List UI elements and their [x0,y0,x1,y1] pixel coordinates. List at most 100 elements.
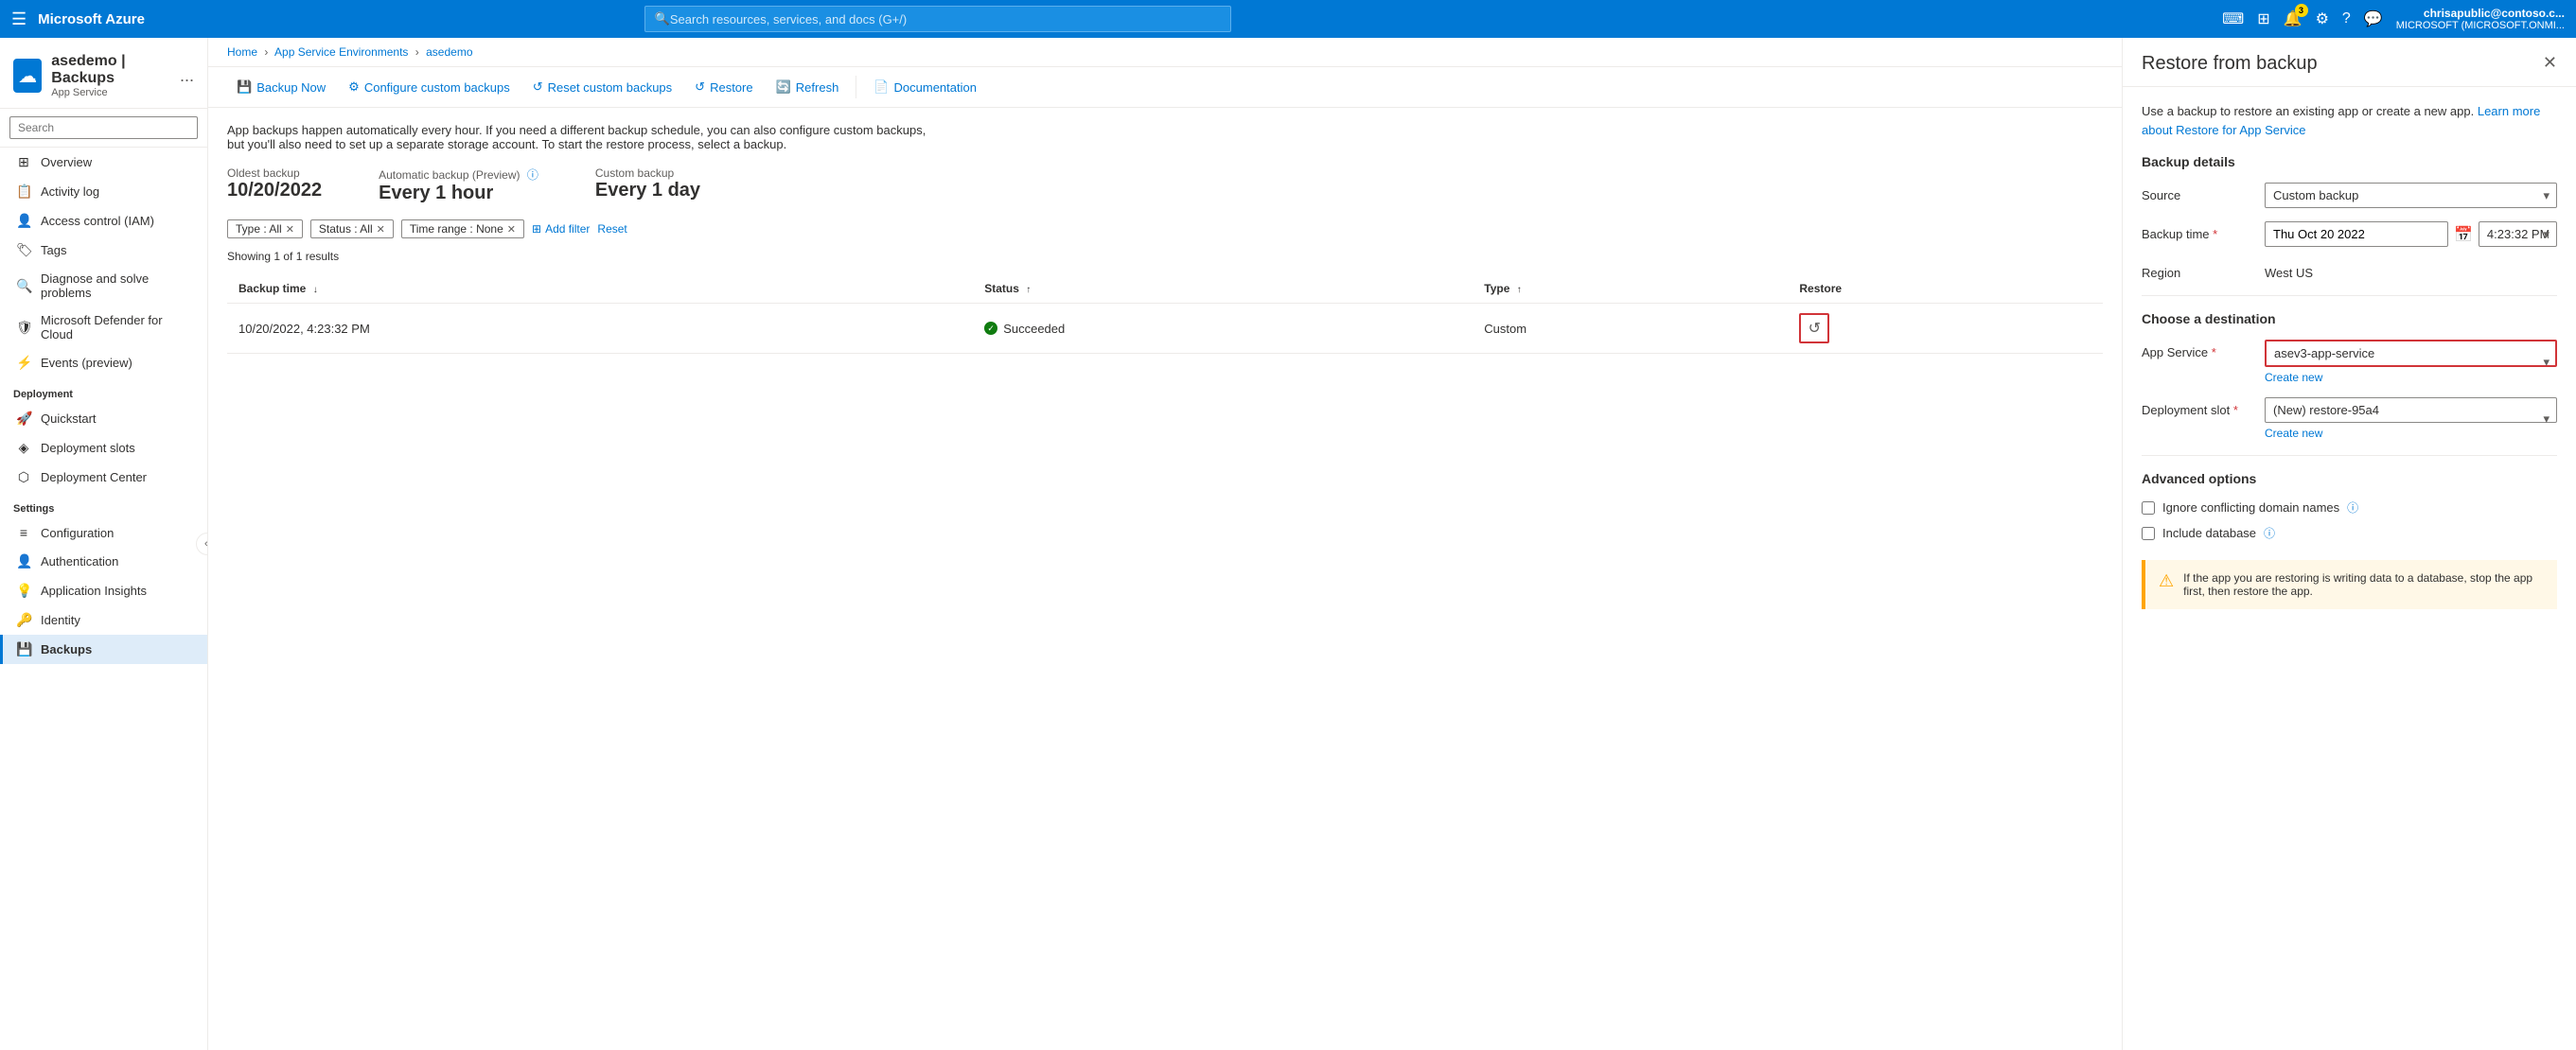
activity-log-icon: 📋 [16,184,31,200]
refresh-button[interactable]: 🔄 Refresh [767,75,849,99]
filter-time-range[interactable]: Time range : None ✕ [401,219,524,238]
backups-icon: 💾 [16,641,31,657]
filter-status-clear[interactable]: ✕ [377,223,385,236]
sidebar-item-label: Configuration [41,526,114,540]
deployment-slot-label: Deployment slot * [2142,397,2255,417]
ignore-domain-checkbox[interactable] [2142,501,2155,515]
create-new-slot-link[interactable]: Create new [2265,427,2557,440]
sidebar-item-label: Activity log [41,184,99,199]
ignore-domain-info-icon[interactable]: ⓘ [2347,499,2358,516]
sidebar-item-deployment-slots[interactable]: ◈ Deployment slots [0,433,207,463]
breadcrumb-separator: › [264,45,268,59]
add-filter-button[interactable]: ⊞ Add filter [532,222,590,236]
backup-date-input[interactable] [2265,221,2448,247]
backup-now-button[interactable]: 💾 Backup Now [227,75,335,99]
panel-title: Restore from backup [2142,53,2318,75]
sidebar-item-label: Identity [41,613,80,627]
backup-time-select[interactable]: 4:23:32 PM [2479,221,2557,247]
row-restore-button[interactable]: ↺ [1799,313,1829,343]
configure-backups-button[interactable]: ⚙ Configure custom backups [339,75,520,99]
notification-icon[interactable]: 🔔 3 [2284,9,2303,28]
brand-logo: Microsoft Azure [38,11,145,27]
filter-status[interactable]: Status : All ✕ [310,219,394,238]
refresh-icon: 🔄 [776,79,791,95]
include-database-info-icon[interactable]: ⓘ [2264,525,2275,541]
auto-value: Every 1 hour [379,183,538,204]
source-select[interactable]: Custom backup [2265,183,2557,208]
sidebar-item-overview[interactable]: ⊞ Overview [0,148,207,177]
sidebar-item-deployment-center[interactable]: ⬡ Deployment Center [0,463,207,492]
settings-icon[interactable]: ⚙ [2316,9,2329,28]
create-new-app-link[interactable]: Create new [2265,371,2557,384]
configure-icon: ⚙ [348,79,360,95]
sidebar-item-defender[interactable]: 🛡 Microsoft Defender for Cloud [0,306,207,348]
sidebar-more-options[interactable]: ... [180,66,194,86]
top-nav-icons: ⌨ ⊞ 🔔 3 ⚙ ? 💬 chrisapublic@contoso.c... … [2222,7,2565,31]
sidebar-item-configuration[interactable]: ≡ Configuration [0,518,207,547]
region-label: Region [2142,260,2255,280]
sidebar-item-identity[interactable]: 🔑 Identity [0,605,207,635]
sidebar-header: ☁ asedemo | Backups App Service ... [0,38,207,109]
global-search-bar[interactable]: 🔍 [644,6,1231,32]
col-restore: Restore [1788,274,2103,304]
directory-icon[interactable]: ⊞ [2257,9,2269,28]
sidebar-item-diagnose[interactable]: 🔍 Diagnose and solve problems [0,265,207,306]
calendar-icon[interactable]: 📅 [2454,225,2473,244]
col-type[interactable]: Type ↑ [1473,274,1788,304]
sidebar-item-activity-log[interactable]: 📋 Activity log [0,177,207,206]
breadcrumb-home[interactable]: Home [227,45,257,59]
auto-label: Automatic backup (Preview) ⓘ [379,166,538,183]
help-icon[interactable]: ? [2342,10,2351,27]
sidebar-item-backups[interactable]: 💾 Backups [0,635,207,664]
app-service-select[interactable]: asev3-app-service [2265,340,2557,367]
panel-divider-2 [2142,455,2557,456]
col-status[interactable]: Status ↑ [973,274,1473,304]
deployment-slot-select[interactable]: (New) restore-95a4 [2265,397,2557,423]
source-row: Source Custom backup [2142,183,2557,208]
diagnose-icon: 🔍 [16,278,31,294]
user-tenant: MICROSOFT (MICROSOFT.ONMI... [2396,20,2565,31]
filter-type-clear[interactable]: ✕ [286,223,294,236]
backup-summary: Oldest backup 10/20/2022 Automatic backu… [227,166,2103,204]
reset-filters-button[interactable]: Reset [597,222,626,236]
panel-divider-1 [2142,295,2557,296]
sidebar-subtitle: App Service [51,87,170,98]
global-search-input[interactable] [670,12,1221,26]
sidebar-search-input[interactable] [9,116,198,139]
sidebar-item-quickstart[interactable]: 🚀 Quickstart [0,404,207,433]
user-account[interactable]: chrisapublic@contoso.c... MICROSOFT (MIC… [2396,7,2565,31]
breadcrumb: Home › App Service Environments › asedem… [208,38,2122,67]
reset-backups-button[interactable]: ↺ Reset custom backups [523,75,681,99]
restore-button[interactable]: ↺ Restore [685,75,762,99]
panel-close-button[interactable]: ✕ [2543,53,2557,73]
filter-type[interactable]: Type : All ✕ [227,219,303,238]
sidebar-item-label: Events (preview) [41,356,132,370]
sidebar-item-authentication[interactable]: 👤 Authentication [0,547,207,576]
sidebar-item-access-control[interactable]: 👤 Access control (IAM) [0,206,207,236]
backup-time-row: Backup time * 📅 4:23:32 PM [2142,221,2557,247]
sidebar-item-events[interactable]: ⚡ Events (preview) [0,348,207,377]
sidebar-item-tags[interactable]: 🏷 Tags [0,236,207,265]
settings-section-label: Settings [0,492,207,518]
auto-backup-info-icon: ⓘ [527,168,538,182]
include-database-checkbox[interactable] [2142,527,2155,540]
sidebar-item-app-insights[interactable]: 💡 Application Insights [0,576,207,605]
documentation-button[interactable]: 📄 Documentation [864,75,986,99]
right-panel: Restore from backup ✕ Use a backup to re… [2122,38,2576,1050]
cloud-shell-icon[interactable]: ⌨ [2222,9,2244,28]
status-text: Succeeded [1003,322,1065,336]
hamburger-menu[interactable]: ☰ [11,9,26,29]
custom-value: Every 1 day [595,180,700,201]
feedback-icon[interactable]: 💬 [2364,9,2383,28]
backup-time-control: 📅 4:23:32 PM [2265,221,2557,247]
top-navigation: ☰ Microsoft Azure 🔍 ⌨ ⊞ 🔔 3 ⚙ ? 💬 chrisa… [0,0,2576,38]
deployment-center-icon: ⬡ [16,469,31,485]
breadcrumb-service-env[interactable]: App Service Environments [274,45,408,59]
col-backup-time[interactable]: Backup time ↓ [227,274,973,304]
custom-backup: Custom backup Every 1 day [595,166,700,204]
filter-time-clear[interactable]: ✕ [507,223,516,236]
events-icon: ⚡ [16,355,31,371]
sidebar-item-label: Backups [41,642,92,656]
access-control-icon: 👤 [16,213,31,229]
breadcrumb-current[interactable]: asedemo [426,45,472,59]
